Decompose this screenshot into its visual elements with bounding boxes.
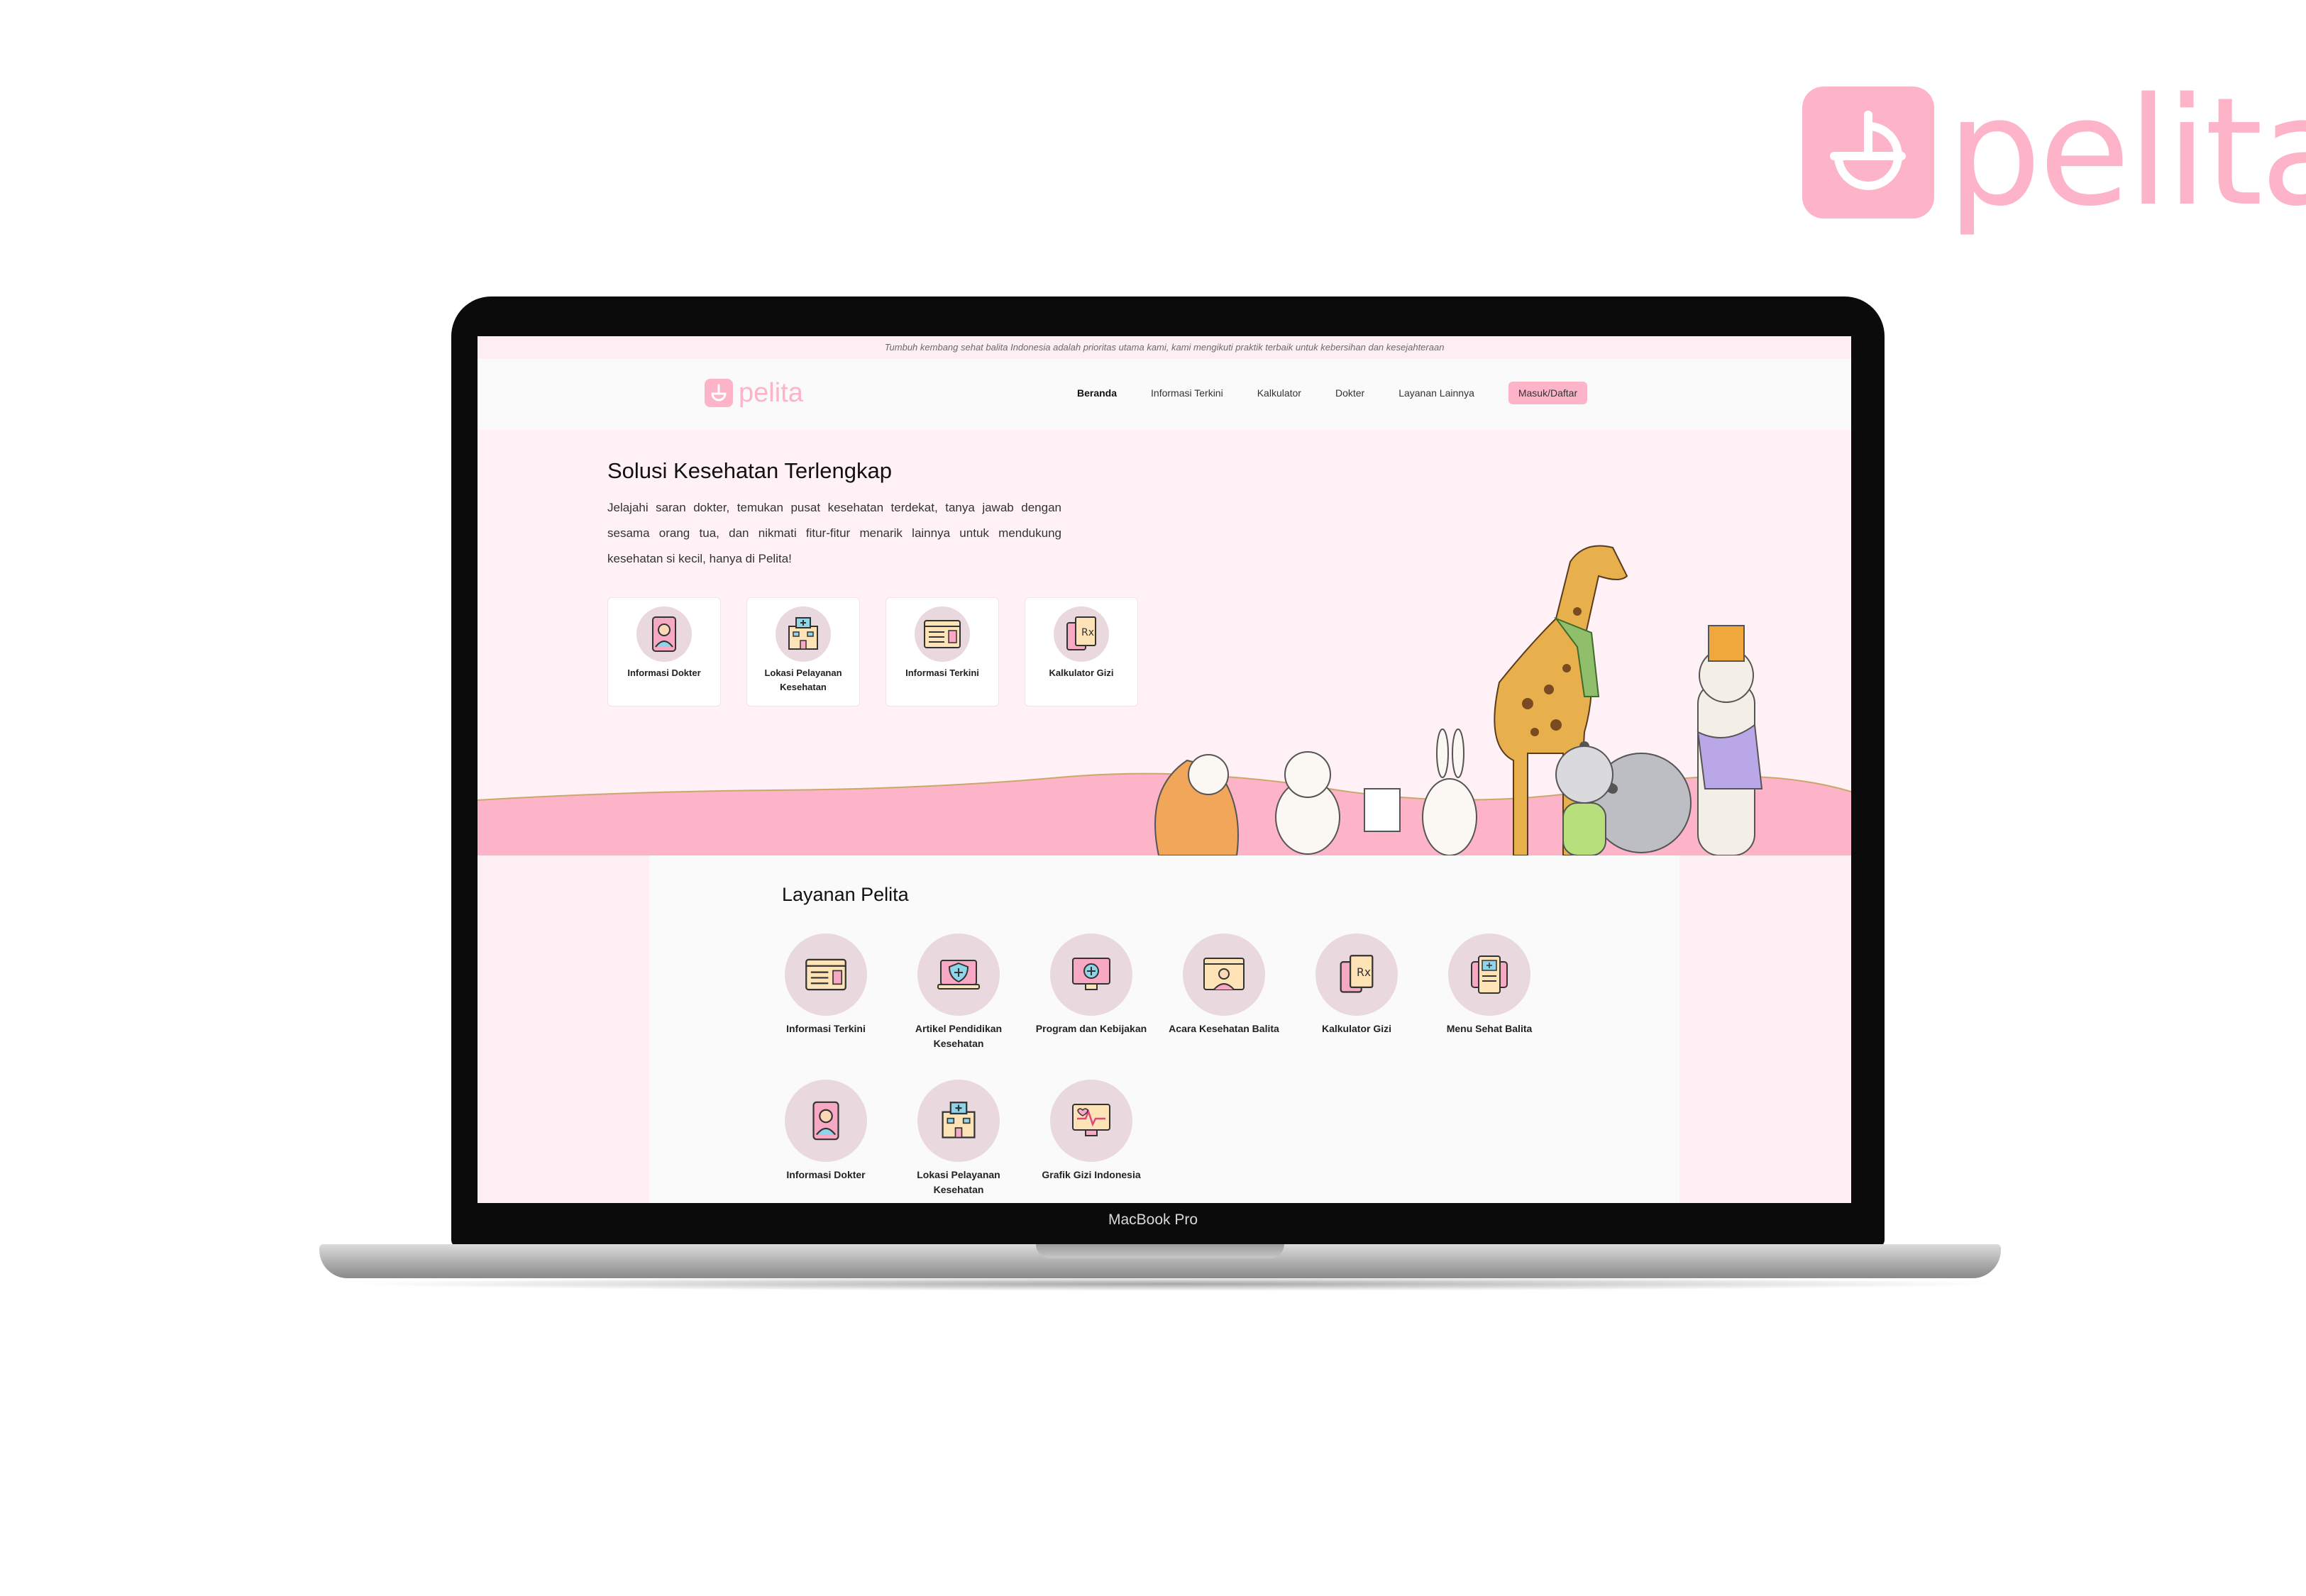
services-title: Layanan Pelita	[782, 884, 909, 905]
hero-card-informasi-dokter[interactable]: Informasi Dokter	[607, 597, 721, 706]
nav-link-informasi-terkini[interactable]: Informasi Terkini	[1151, 387, 1223, 399]
nav-link-kalkulator[interactable]: Kalkulator	[1257, 387, 1301, 399]
hero-section: Solusi Kesehatan Terlengkap Jelajahi sar…	[478, 430, 1851, 855]
service-label: Artikel Pendidikan Kesehatan	[915, 1023, 1003, 1049]
news-browser-icon	[915, 606, 970, 662]
prescription-icon: Rx	[1054, 606, 1109, 662]
hero-card-label: Kalkulator Gizi	[1049, 667, 1114, 678]
medical-monitor-icon	[1050, 933, 1132, 1016]
news-browser-icon	[785, 933, 867, 1016]
video-doctor-icon	[1183, 933, 1265, 1016]
hospital-icon	[776, 606, 831, 662]
animals-illustration	[1154, 545, 1763, 855]
laptop-screen: Tumbuh kembang sehat balita Indonesia ad…	[478, 336, 1851, 1203]
hero-card-label: Informasi Terkini	[905, 667, 979, 678]
service-grafik-gizi[interactable]: Grafik Gizi Indonesia	[1031, 1080, 1152, 1182]
service-label: Menu Sehat Balita	[1446, 1023, 1533, 1034]
nav-links: Beranda Informasi Terkini Kalkulator Dok…	[1077, 382, 1588, 404]
service-label: Program dan Kebijakan	[1035, 1023, 1147, 1034]
service-informasi-terkini[interactable]: Informasi Terkini	[766, 933, 886, 1036]
service-label: Grafik Gizi Indonesia	[1042, 1169, 1141, 1180]
service-kalkulator-gizi[interactable]: Rx Kalkulator Gizi	[1296, 933, 1417, 1036]
pelita-logo-mark-icon	[705, 379, 733, 407]
hospital-icon	[917, 1080, 1000, 1162]
navbar: pelita Beranda Informasi Terkini Kalkula…	[478, 359, 1851, 430]
services-section: Layanan Pelita Informasi Terkini Artikel…	[478, 855, 1851, 1203]
doctor-phone-icon	[785, 1080, 867, 1162]
laptop-shadow	[341, 1277, 2008, 1291]
pelita-logo-mark-icon	[1802, 87, 1934, 218]
brand-wordmark: pelita	[1947, 65, 2306, 239]
svg-text:Rx: Rx	[1081, 627, 1094, 638]
service-lokasi-pelayanan[interactable]: Lokasi Pelayanan Kesehatan	[898, 1080, 1019, 1197]
brand-logo: pelita	[1802, 78, 2306, 227]
nav-link-dokter[interactable]: Dokter	[1335, 387, 1364, 399]
prescription-icon: Rx	[1315, 933, 1398, 1016]
nav-link-beranda[interactable]: Beranda	[1077, 387, 1117, 399]
health-shield-laptop-icon	[917, 933, 1000, 1016]
nav-logo[interactable]: pelita	[705, 379, 803, 407]
service-label: Acara Kesehatan Balita	[1169, 1023, 1279, 1034]
hero-title: Solusi Kesehatan Terlengkap	[607, 458, 892, 483]
hero-card-lokasi-pelayanan[interactable]: Lokasi Pelayanan Kesehatan	[746, 597, 860, 706]
service-label: Lokasi Pelayanan Kesehatan	[917, 1169, 1000, 1195]
hero-card-informasi-terkini[interactable]: Informasi Terkini	[886, 597, 999, 706]
laptop-model-label: MacBook Pro	[1108, 1212, 1198, 1228]
doctor-phone-icon	[636, 606, 692, 662]
service-menu-sehat[interactable]: Menu Sehat Balita	[1429, 933, 1550, 1036]
service-label: Kalkulator Gizi	[1321, 1023, 1392, 1034]
service-program-kebijakan[interactable]: Program dan Kebijakan	[1031, 933, 1152, 1036]
hero-card-kalkulator-gizi[interactable]: Rx Kalkulator Gizi	[1025, 597, 1138, 706]
nav-logo-wordmark: pelita	[739, 378, 803, 408]
service-acara-kesehatan[interactable]: Acara Kesehatan Balita	[1164, 933, 1284, 1036]
service-informasi-dokter[interactable]: Informasi Dokter	[766, 1080, 886, 1182]
login-register-button[interactable]: Masuk/Daftar	[1508, 382, 1588, 404]
heart-chart-icon	[1050, 1080, 1132, 1162]
hero-card-label: Lokasi Pelayanan Kesehatan	[764, 667, 842, 692]
hero-description: Jelajahi saran dokter, temukan pusat kes…	[607, 501, 1061, 565]
svg-text:Rx: Rx	[1357, 966, 1371, 979]
hero-card-label: Informasi Dokter	[627, 667, 701, 678]
medical-tablet-icon	[1448, 933, 1530, 1016]
announcement-bar: Tumbuh kembang sehat balita Indonesia ad…	[478, 336, 1851, 359]
service-label: Informasi Terkini	[786, 1023, 866, 1034]
service-artikel-pendidikan[interactable]: Artikel Pendidikan Kesehatan	[898, 933, 1019, 1051]
laptop-notch	[1036, 1244, 1284, 1258]
nav-link-layanan-lainnya[interactable]: Layanan Lainnya	[1399, 387, 1474, 399]
service-label: Informasi Dokter	[786, 1169, 866, 1180]
